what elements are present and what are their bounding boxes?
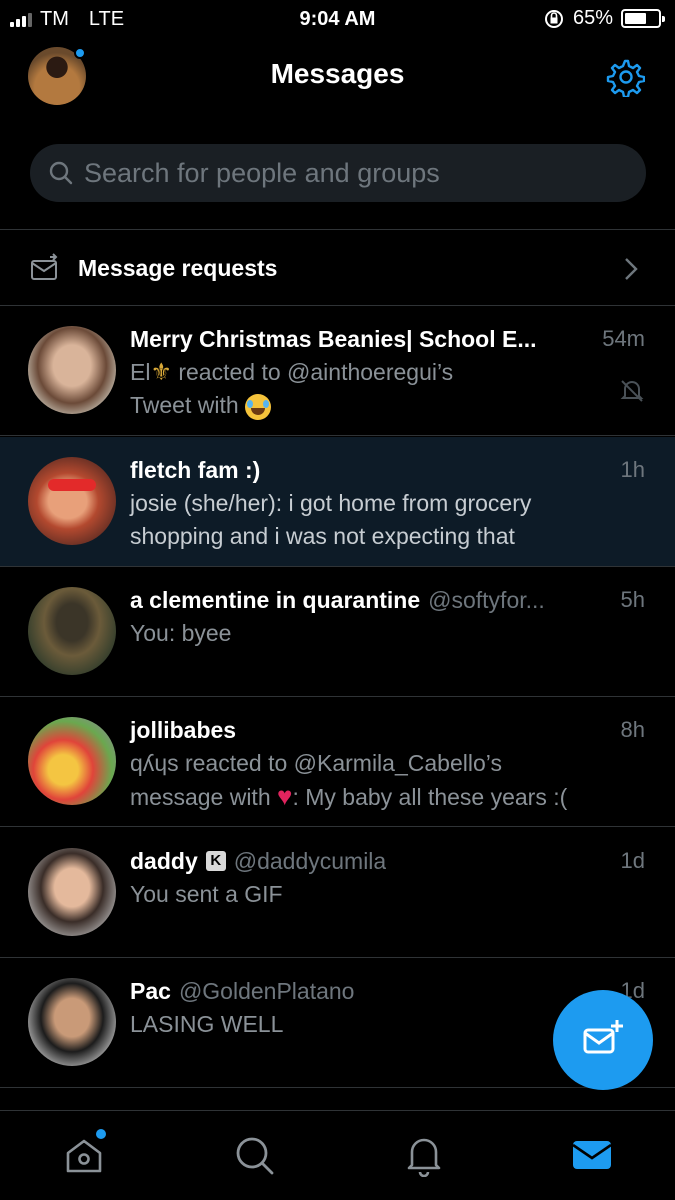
conversation-row[interactable]: a clementine in quarantine @softyfor... 5…	[0, 567, 675, 697]
new-message-icon	[583, 1020, 623, 1054]
conversation-row[interactable]: jollibabes 8h qʎɥs reacted to @Karmila_C…	[0, 697, 675, 827]
bell-icon	[407, 1138, 441, 1178]
fleur-de-lis-icon: ⚜	[150, 359, 172, 386]
search-input[interactable]: Search for people and groups	[30, 144, 646, 202]
heart-emoji-icon: ♥	[277, 781, 293, 811]
battery-icon	[621, 9, 665, 28]
requests-label: Message requests	[78, 255, 278, 281]
notification-dot	[96, 1129, 106, 1139]
avatar	[28, 457, 116, 545]
message-requests-row[interactable]: Message requests	[0, 231, 675, 305]
avatar	[28, 717, 116, 805]
conversation-handle: @daddycumila	[233, 847, 387, 874]
gear-icon[interactable]	[605, 57, 645, 97]
avatar	[28, 848, 116, 936]
private-account-badge: K	[205, 851, 226, 871]
battery-fill	[625, 13, 646, 24]
mail-icon	[572, 1141, 612, 1169]
conversation-row[interactable]: fletch fam :) 1h josie (she/her): i got …	[0, 437, 675, 567]
preview-text: reacted to @ainthoeregui’s	[171, 359, 454, 385]
conversation-row[interactable]: Merry Christmas Beanies| School E... 54m…	[0, 306, 675, 436]
conversation-name: jollibabes	[130, 716, 237, 743]
conversation-name: Merry Christmas Beanies| School E...	[130, 325, 537, 352]
conversation-preview: LASING WELL	[130, 1011, 284, 1037]
divider	[0, 229, 675, 230]
conversation-preview: qʎɥs reacted to @Karmila_Cabello’s messa…	[130, 747, 600, 814]
preview-text: message with	[130, 784, 278, 810]
conversation-time: 1h	[620, 457, 645, 482]
conversation-time: 8h	[620, 717, 645, 742]
tears-of-joy-emoji-icon	[245, 393, 272, 420]
search-icon	[236, 1137, 274, 1175]
conversation-preview: You sent a GIF	[130, 881, 283, 907]
conversation-preview: El⚜ reacted to @ainthoeregui’s Tweet wit…	[130, 356, 600, 422]
conversation-handle: @softyfor...	[428, 586, 545, 613]
conversation-time: 54m	[602, 326, 645, 351]
compose-message-button[interactable]	[553, 990, 653, 1090]
search-placeholder: Search for people and groups	[84, 157, 440, 188]
status-bar: TM LTE 9:04 AM 65%	[0, 0, 675, 38]
avatar	[28, 978, 116, 1066]
tab-bar	[0, 1110, 675, 1200]
preview-text: Tweet with	[130, 392, 246, 418]
envelope-arrow-icon	[31, 253, 58, 280]
rotation-lock-icon	[544, 9, 563, 28]
chevron-right-icon	[625, 258, 638, 280]
bell-off-icon	[620, 380, 644, 402]
conversation-time: 5h	[620, 587, 645, 612]
search-icon	[49, 161, 73, 185]
avatar	[28, 326, 116, 414]
page-title: Messages	[270, 58, 405, 89]
conversation-preview: You: byee	[130, 620, 232, 646]
preview-text: : My baby all these years :(	[292, 784, 568, 810]
tab-search[interactable]	[232, 1133, 276, 1177]
conversation-name: a clementine in quarantine	[130, 586, 421, 613]
status-right: 65%	[543, 7, 665, 30]
tab-messages[interactable]	[570, 1133, 614, 1177]
conversation-preview: josie (she/her): i got home from grocery…	[130, 490, 532, 549]
battery-percent: 65%	[572, 7, 613, 29]
preview-text: El	[130, 359, 151, 385]
conversation-time: 1d	[620, 848, 645, 873]
conversation-name: fletch fam :)	[130, 456, 261, 483]
home-icon	[66, 1139, 102, 1173]
tab-notifications[interactable]	[402, 1133, 446, 1178]
avatar	[28, 587, 116, 675]
tab-home[interactable]	[62, 1129, 106, 1177]
conversation-row[interactable]: daddy K @daddycumila 1d You sent a GIF	[0, 828, 675, 958]
conversation-name: daddy	[130, 847, 198, 874]
preview-text: qʎɥs reacted to @Karmila_Cabello’s	[130, 750, 502, 776]
header: Messages	[0, 40, 675, 112]
conversation-name: Pac	[130, 977, 171, 1004]
conversation-handle: @GoldenPlatano	[178, 977, 355, 1004]
